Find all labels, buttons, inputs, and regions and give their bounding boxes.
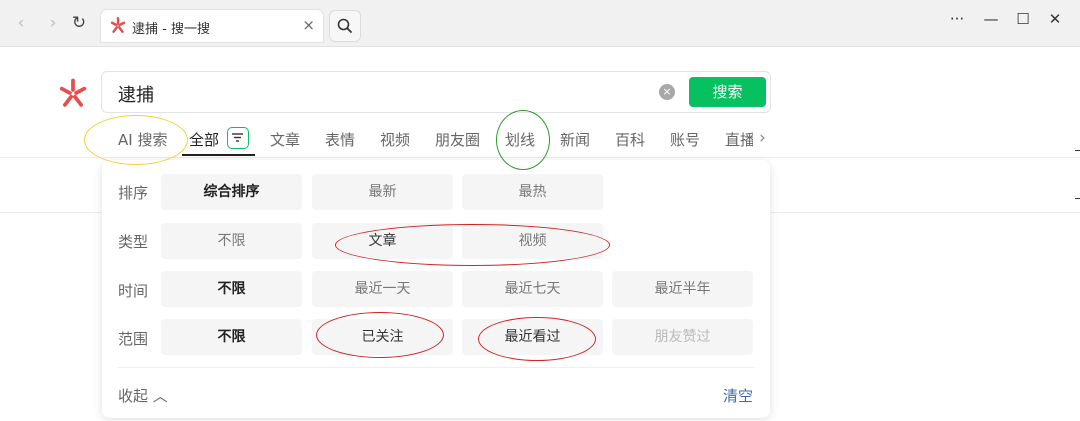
asterisk-logo-icon xyxy=(59,78,87,107)
panel-divider xyxy=(118,367,754,368)
sort-option[interactable]: 最热 xyxy=(462,174,603,210)
search-box[interactable]: 逮捕 × 搜索 xyxy=(101,71,771,113)
sort-label: 排序 xyxy=(118,184,149,202)
forward-button[interactable]: › xyxy=(42,12,64,34)
search-input[interactable]: 逮捕 xyxy=(118,81,154,107)
tab-ai-search[interactable]: AI 搜索 xyxy=(118,129,167,150)
type-option[interactable]: 文章 xyxy=(312,223,453,259)
new-search-button[interactable] xyxy=(329,10,361,42)
tab-encyclopedia[interactable]: 百科 xyxy=(615,129,645,150)
browser-titlebar: ‹ › ↻ 逮捕 - 搜一搜 × ··· — ☐ ✕ xyxy=(0,0,1080,47)
clear-filters-link[interactable]: 清空 xyxy=(723,385,753,406)
tab-moments[interactable]: 朋友圈 xyxy=(435,129,480,150)
asterisk-logo-icon xyxy=(110,17,126,33)
tab-stickers[interactable]: 表情 xyxy=(325,129,355,150)
type-option[interactable]: 不限 xyxy=(161,223,302,259)
clear-icon[interactable]: × xyxy=(659,84,675,100)
scope-option[interactable]: 不限 xyxy=(161,319,302,355)
time-option[interactable]: 最近一天 xyxy=(312,271,453,307)
search-button[interactable]: 搜索 xyxy=(689,77,766,107)
tab-articles[interactable]: 文章 xyxy=(270,129,300,150)
back-button[interactable]: ‹ xyxy=(10,12,32,34)
time-option[interactable]: 最近七天 xyxy=(462,271,603,307)
time-label: 时间 xyxy=(118,282,149,300)
tab-accounts[interactable]: 账号 xyxy=(670,129,700,150)
tab-close-button[interactable]: × xyxy=(302,16,315,34)
scope-option[interactable]: 最近看过 xyxy=(462,319,603,355)
chevron-right-icon[interactable]: › xyxy=(759,128,766,148)
tab-videos[interactable]: 视频 xyxy=(380,129,410,150)
sort-option[interactable]: 综合排序 xyxy=(161,174,302,210)
collapse-button[interactable]: 收起 ︿ xyxy=(118,385,168,406)
scope-label: 范围 xyxy=(118,330,149,348)
minimize-button[interactable]: — xyxy=(978,10,1004,28)
scope-option-disabled: 朋友赞过 xyxy=(612,319,753,355)
type-option[interactable]: 视频 xyxy=(462,223,603,259)
active-tab-underline xyxy=(182,154,255,156)
tab-all[interactable]: 全部 xyxy=(189,129,219,150)
tab-live[interactable]: 直播 xyxy=(725,129,753,150)
more-button[interactable]: ··· xyxy=(944,10,970,28)
scope-option[interactable]: 已关注 xyxy=(312,319,453,355)
refresh-button[interactable]: ↻ xyxy=(68,12,90,34)
filter-icon[interactable] xyxy=(227,127,249,149)
type-label: 类型 xyxy=(118,233,149,251)
time-option[interactable]: 最近半年 xyxy=(612,271,753,307)
filter-lines-icon xyxy=(232,133,243,142)
tab-highlights[interactable]: 划线 xyxy=(505,129,535,150)
filter-panel: 排序 综合排序 最新 最热 类型 不限 文章 视频 时间 不限 最近一天 最近七… xyxy=(102,160,770,418)
browser-tab[interactable]: 逮捕 - 搜一搜 × xyxy=(101,10,323,42)
sort-option[interactable]: 最新 xyxy=(312,174,453,210)
search-icon xyxy=(337,18,352,33)
tab-title: 逮捕 - 搜一搜 xyxy=(132,22,210,37)
time-option[interactable]: 不限 xyxy=(161,271,302,307)
tab-news[interactable]: 新闻 xyxy=(560,129,590,150)
close-window-button[interactable]: ✕ xyxy=(1042,10,1068,28)
tabs-divider xyxy=(0,157,1080,158)
page-edge-mark xyxy=(1075,150,1080,151)
maximize-button[interactable]: ☐ xyxy=(1010,10,1036,28)
page-edge-mark xyxy=(1075,198,1080,199)
